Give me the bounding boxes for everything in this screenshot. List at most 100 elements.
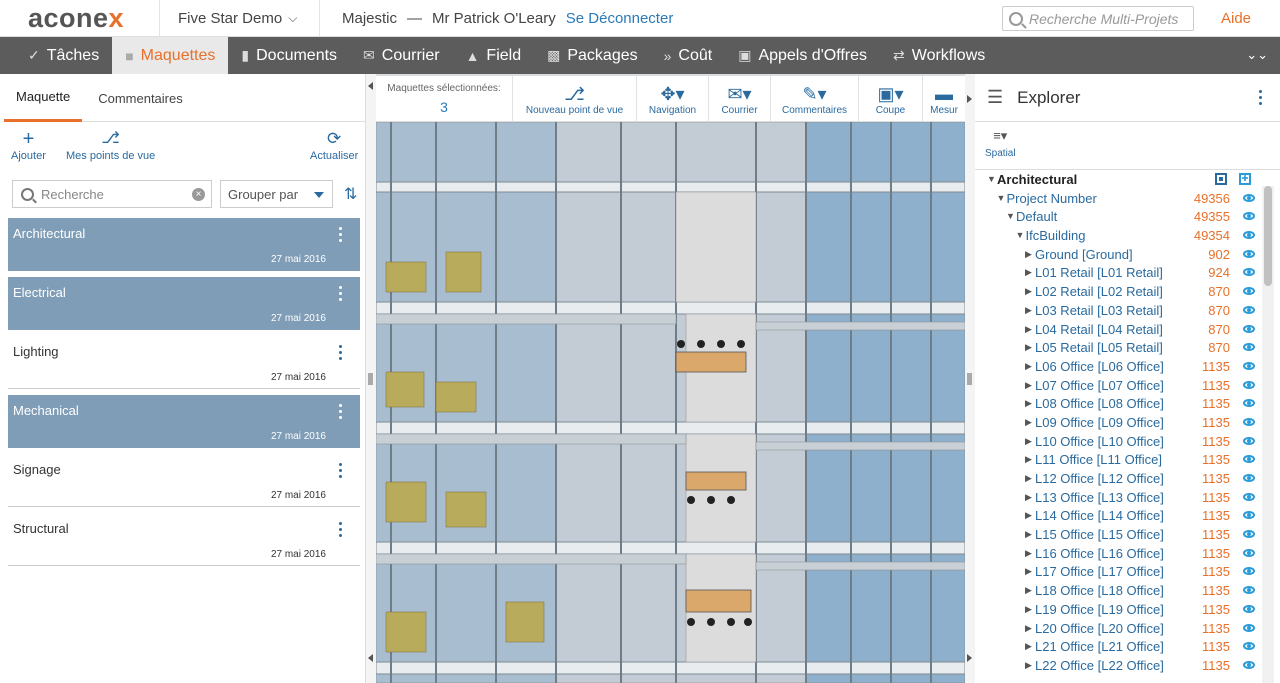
collapsed-arrow-icon[interactable]: ▶ xyxy=(1025,660,1032,671)
tree-node[interactable]: ▶ L18 Office [L18 Office] 1135 xyxy=(975,582,1265,601)
collapsed-arrow-icon[interactable]: ▶ xyxy=(1025,529,1032,540)
collapsed-arrow-icon[interactable]: ▶ xyxy=(1025,604,1032,615)
eye-icon[interactable] xyxy=(1243,548,1255,557)
more-options-icon[interactable] xyxy=(339,463,345,478)
expanded-arrow-icon[interactable]: ▼ xyxy=(997,193,1006,203)
collapsed-arrow-icon[interactable]: ▶ xyxy=(1025,249,1032,260)
tree-node[interactable]: ▶ L09 Office [L09 Office] 1135 xyxy=(975,414,1265,433)
tree-node[interactable]: ▶ L07 Office [L07 Office] 1135 xyxy=(975,377,1265,396)
collapsed-arrow-icon[interactable]: ▶ xyxy=(1025,473,1032,484)
tab-maquette[interactable]: Maquette xyxy=(4,74,83,122)
eye-icon[interactable] xyxy=(1243,380,1255,389)
eye-icon[interactable] xyxy=(1243,604,1255,613)
refresh-button[interactable]: ⟳ Actualiser xyxy=(310,128,358,162)
eye-icon[interactable] xyxy=(1243,567,1255,576)
eye-icon[interactable] xyxy=(1243,417,1255,426)
more-options-button[interactable] xyxy=(1259,90,1262,105)
tree-node[interactable]: ▶ L19 Office [L19 Office] 1135 xyxy=(975,601,1265,620)
eye-icon[interactable] xyxy=(1243,231,1255,240)
expanded-arrow-icon[interactable]: ▼ xyxy=(1016,230,1025,240)
comments-button[interactable]: ✎▾ Commentaires xyxy=(771,76,859,122)
tree-node[interactable]: ▶ L03 Retail [L03 Retail] 870 xyxy=(975,302,1265,321)
collapsed-arrow-icon[interactable]: ▶ xyxy=(1025,454,1032,465)
tree-node[interactable]: ▶ L14 Office [L14 Office] 1135 xyxy=(975,507,1265,526)
project-selector[interactable]: Five Star Demo ⌵ xyxy=(160,0,320,37)
my-views-button[interactable]: ⎇ Mes points de vue xyxy=(66,128,155,162)
eye-icon[interactable] xyxy=(1243,268,1255,277)
eye-icon[interactable] xyxy=(1243,660,1255,669)
scrollbar-thumb[interactable] xyxy=(1264,186,1272,286)
navigation-button[interactable]: ✥▾ Navigation xyxy=(637,76,709,122)
collapsed-arrow-icon[interactable]: ▶ xyxy=(1025,305,1032,316)
tree-node[interactable]: ▼ Project Number 49356 xyxy=(975,190,1265,209)
model-list-item[interactable]: Signage 27 mai 2016 xyxy=(8,454,360,507)
tree-node[interactable]: ▶ L02 Retail [L02 Retail] 870 xyxy=(975,283,1265,302)
eye-icon[interactable] xyxy=(1243,492,1255,501)
help-link[interactable]: Aide xyxy=(1221,10,1251,27)
eye-icon[interactable] xyxy=(1243,530,1255,539)
nav-workflows[interactable]: ⇄ Workflows xyxy=(880,37,998,74)
eye-icon[interactable] xyxy=(1243,305,1255,314)
more-options-icon[interactable] xyxy=(339,227,345,242)
tree-node[interactable]: ▶ L08 Office [L08 Office] 1135 xyxy=(975,395,1265,414)
collapsed-arrow-icon[interactable]: ▶ xyxy=(1025,623,1032,634)
nav-maquettes[interactable]: ■ Maquettes xyxy=(112,37,229,74)
eye-icon[interactable] xyxy=(1243,586,1255,595)
collapsed-arrow-icon[interactable]: ▶ xyxy=(1025,324,1032,335)
explorer-scrollbar[interactable] xyxy=(1262,186,1274,683)
collapsed-arrow-icon[interactable]: ▶ xyxy=(1025,380,1032,391)
eye-icon[interactable] xyxy=(1243,399,1255,408)
model-list-item[interactable]: Structural 27 mai 2016 xyxy=(8,513,360,566)
sort-icon[interactable]: ⇅ xyxy=(344,184,357,204)
eye-icon[interactable] xyxy=(1243,343,1255,352)
eye-icon[interactable] xyxy=(1243,511,1255,520)
model-viewer[interactable]: Maquettes sélectionnées: 3 ⎇ Nouveau poi… xyxy=(376,74,965,683)
aconex-logo[interactable]: acone x xyxy=(0,0,160,37)
collapsed-arrow-icon[interactable]: ▶ xyxy=(1025,641,1032,652)
eye-icon[interactable] xyxy=(1243,193,1255,202)
collapsed-arrow-icon[interactable]: ▶ xyxy=(1025,548,1032,559)
more-options-icon[interactable] xyxy=(339,404,345,419)
collapsed-arrow-icon[interactable]: ▶ xyxy=(1025,510,1032,521)
tree-node[interactable]: ▶ L15 Office [L15 Office] 1135 xyxy=(975,526,1265,545)
model-list-item[interactable]: Architectural 27 mai 2016 xyxy=(8,218,360,271)
model-list-item[interactable]: Electrical 27 mai 2016 xyxy=(8,277,360,330)
add-button[interactable]: + Ajouter xyxy=(11,128,46,162)
tree-node[interactable]: ▶ L10 Office [L10 Office] 1135 xyxy=(975,433,1265,452)
multi-project-search-input[interactable]: Recherche Multi-Projets xyxy=(1002,6,1194,31)
tree-node[interactable]: ▼ Architectural xyxy=(975,171,1265,190)
section-button[interactable]: ▣▾ Coupe xyxy=(859,76,923,122)
resize-grip-right[interactable] xyxy=(967,373,972,385)
measure-button[interactable]: ▬ Mesur xyxy=(923,76,965,122)
collapse-right-handle[interactable] xyxy=(965,74,975,683)
tree-node[interactable]: ▶ L11 Office [L11 Office] 1135 xyxy=(975,451,1265,470)
nav-cout[interactable]: » Coût xyxy=(651,37,726,74)
more-options-icon[interactable] xyxy=(339,345,345,360)
model-list-item[interactable]: Lighting 27 mai 2016 xyxy=(8,336,360,389)
eye-icon[interactable] xyxy=(1243,642,1255,651)
eye-icon[interactable] xyxy=(1243,436,1255,445)
expanded-arrow-icon[interactable]: ▼ xyxy=(1006,211,1015,221)
tree-node[interactable]: ▶ L13 Office [L13 Office] 1135 xyxy=(975,489,1265,508)
tree-node[interactable]: ▶ L05 Retail [L05 Retail] 870 xyxy=(975,339,1265,358)
collapse-left-handle[interactable] xyxy=(366,74,376,683)
eye-icon[interactable] xyxy=(1243,249,1255,258)
eye-icon[interactable] xyxy=(1243,361,1255,370)
eye-icon[interactable] xyxy=(1243,324,1255,333)
new-viewpoint-button[interactable]: ⎇ Nouveau point de vue xyxy=(513,76,637,122)
more-options-icon[interactable] xyxy=(339,286,345,301)
collapsed-arrow-icon[interactable]: ▶ xyxy=(1025,492,1032,503)
explorer-mode-selector[interactable]: ≡▾ Spatial xyxy=(975,122,1280,170)
clear-icon[interactable]: × xyxy=(192,188,205,201)
collapsed-arrow-icon[interactable]: ▶ xyxy=(1025,417,1032,428)
group-by-select[interactable]: Grouper par xyxy=(220,180,333,208)
tree-node[interactable]: ▶ L01 Retail [L01 Retail] 924 xyxy=(975,264,1265,283)
building-3d-view[interactable] xyxy=(376,122,965,683)
nav-taches[interactable]: ✓ Tâches xyxy=(0,37,112,74)
resize-grip[interactable] xyxy=(368,373,373,385)
tree-node[interactable]: ▶ Ground [Ground] 902 xyxy=(975,246,1265,265)
tree-node[interactable]: ▼ IfcBuilding 49354 xyxy=(975,227,1265,246)
collapsed-arrow-icon[interactable]: ▶ xyxy=(1025,267,1032,278)
collapsed-arrow-icon[interactable]: ▶ xyxy=(1025,342,1032,353)
tree-node[interactable]: ▶ L16 Office [L16 Office] 1135 xyxy=(975,545,1265,564)
